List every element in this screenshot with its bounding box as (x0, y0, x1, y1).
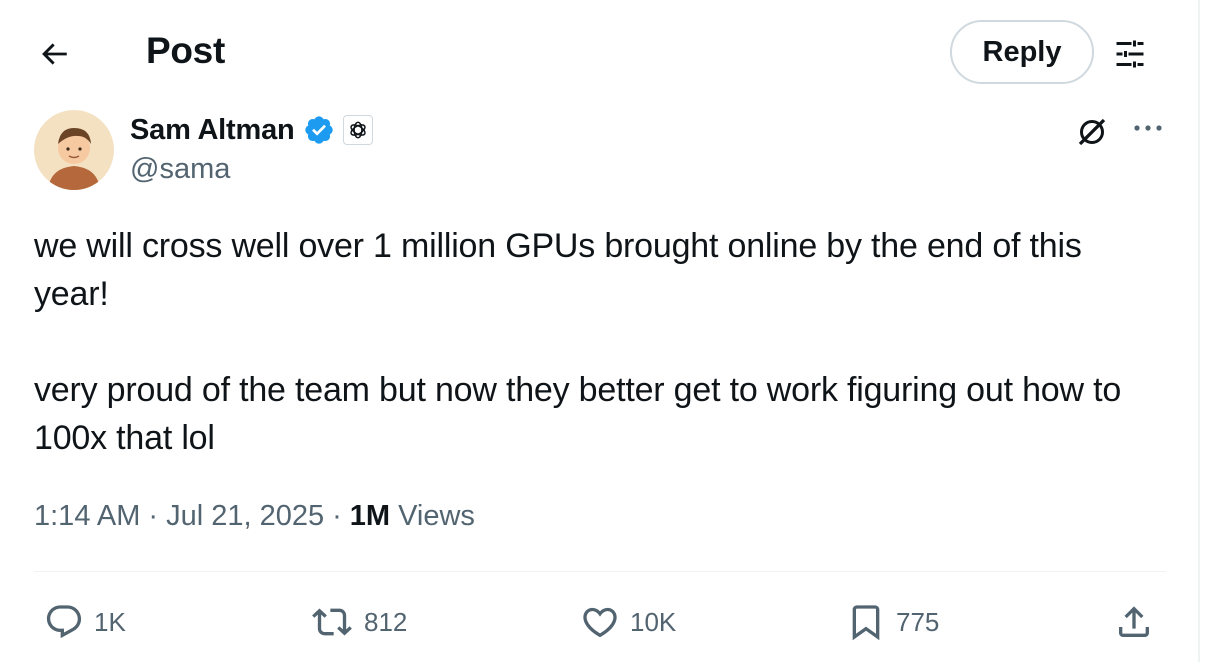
reply-action[interactable]: 1K (44, 596, 126, 648)
bookmark-icon (852, 605, 880, 641)
bookmark-action[interactable]: 775 (846, 596, 939, 648)
grok-button[interactable] (1072, 112, 1112, 152)
reply-count: 1K (94, 606, 126, 637)
reply-icon (46, 605, 82, 639)
meta-separator: · (148, 500, 159, 532)
repost-action[interactable]: 812 (310, 596, 407, 648)
like-action[interactable]: 10K (580, 596, 676, 648)
share-action[interactable] (1114, 596, 1154, 648)
reply-button[interactable]: Reply (950, 20, 1094, 84)
sliders-icon (1116, 40, 1144, 68)
author-handle[interactable]: @sama (130, 153, 230, 186)
verified-badge-icon[interactable] (303, 114, 335, 146)
repost-icon (312, 608, 352, 636)
divider (34, 571, 1166, 572)
avatar[interactable] (34, 110, 114, 190)
more-options-button[interactable] (1128, 112, 1168, 144)
back-button[interactable] (30, 30, 78, 78)
post-paragraph: very proud of the team but now they bett… (34, 371, 1122, 457)
bookmark-count: 775 (896, 606, 940, 637)
avatar-image (34, 110, 114, 190)
like-count: 10K (630, 606, 677, 637)
views-count[interactable]: 1M (350, 500, 390, 533)
post-page: Post Reply Sam Altman @sama we will cros… (0, 0, 1200, 662)
post-time[interactable]: 1:14 AM (34, 500, 140, 533)
grok-icon (1078, 118, 1106, 146)
post-text: we will cross well over 1 million GPUs b… (34, 222, 1164, 462)
post-paragraph: we will cross well over 1 million GPUs b… (34, 227, 1082, 313)
meta-separator: · (332, 500, 342, 532)
page-title: Post (146, 30, 225, 71)
more-horizontal-icon (1134, 125, 1162, 131)
action-bar: 1K 812 10K 775 (0, 596, 1200, 648)
views-label[interactable]: Views (398, 500, 475, 533)
arrow-left-icon (42, 43, 67, 65)
heart-icon (583, 607, 617, 638)
page-header: Post Reply (0, 0, 1200, 104)
repost-count: 812 (364, 606, 408, 637)
author-name-row: Sam Altman (130, 112, 373, 148)
author-name[interactable]: Sam Altman (130, 114, 295, 147)
share-icon (1119, 606, 1149, 637)
post-metadata: 1:14 AM · Jul 21, 2025 · 1M Views (34, 500, 475, 533)
post-date[interactable]: Jul 21, 2025 (166, 500, 324, 533)
openai-logo-icon[interactable] (342, 115, 373, 145)
settings-button[interactable] (1108, 32, 1152, 76)
